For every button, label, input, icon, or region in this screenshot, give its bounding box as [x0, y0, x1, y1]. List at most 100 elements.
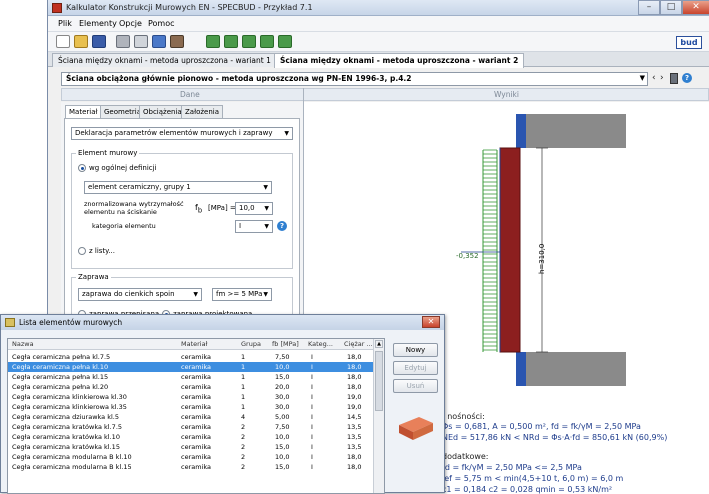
list-item[interactable]: Cegła ceramiczna pełna kl.15 ceramika 1 15,… [8, 372, 374, 382]
edit-button[interactable]: Edytuj [393, 361, 438, 375]
chevron-down-icon: ▼ [264, 205, 269, 212]
mortar-type-select[interactable]: zaprawa do cienkich spoin ▼ [78, 288, 202, 301]
fb-input[interactable]: 10,0 ▼ [235, 202, 273, 215]
menu-plik[interactable]: Plik [58, 19, 72, 28]
element-add-icon[interactable] [206, 35, 220, 48]
list-item[interactable]: Cegła ceramiczna klinkierowa kl.35 cerami… [8, 402, 374, 412]
list-item[interactable]: Cegła ceramiczna dziurawka kl.5 ceramika 4… [8, 412, 374, 422]
print-icon[interactable] [116, 35, 130, 48]
declaration-select[interactable]: Deklaracja parametrów elementów murowych… [71, 127, 293, 140]
height-label: h=310,0 [538, 243, 546, 274]
new-button[interactable]: Nowy [393, 343, 438, 357]
element-group-label: Element murowy [76, 149, 140, 157]
help-icon[interactable]: ? [682, 73, 692, 83]
calculate-icon[interactable] [170, 35, 184, 48]
tab-material[interactable]: Materiał [65, 105, 102, 118]
element-delete-icon[interactable] [242, 35, 256, 48]
list-item[interactable]: Cegła ceramiczna klinkierowa kl.30 cerami… [8, 392, 374, 402]
bottom-dim-label: t=0,18 [506, 359, 514, 384]
list-cell: Cegła ceramiczna pełna kl.7.5 [12, 353, 111, 361]
col-ciezar[interactable]: Ciężar ... [344, 340, 373, 348]
tab-wariant-1[interactable]: Ściana między oknami - metoda uproszczon… [52, 53, 277, 67]
scroll-thumb[interactable] [375, 351, 383, 411]
list-cell: ceramika [181, 413, 211, 421]
list-item[interactable]: Cegła ceramiczna modularna B kl.15 cerami… [8, 462, 374, 472]
list-cell: 1 [241, 373, 246, 381]
radio-general[interactable] [78, 164, 86, 172]
chevron-down-icon: ▼ [639, 74, 645, 82]
title-bar[interactable]: Kalkulator Konstrukcji Murowych EN - SPE… [48, 0, 709, 16]
tab-wariant-2[interactable]: Ściana między oknami - metoda uproszczon… [274, 53, 525, 68]
list-cell: I [311, 383, 313, 391]
col-grupa[interactable]: Grupa [241, 340, 261, 348]
element-copy-icon[interactable] [224, 35, 238, 48]
list-item[interactable]: Cegła ceramiczna pełna kl.10 ceramika 1 10,… [8, 362, 374, 372]
maximize-button[interactable]: □ [660, 0, 682, 15]
list-scrollbar[interactable]: ▲ [373, 339, 384, 493]
close-button[interactable]: ✕ [682, 0, 709, 15]
mortar-type-value: zaprawa do cienkich spoin [82, 290, 175, 298]
list-cell: 19,0 [347, 403, 362, 411]
col-nazwa[interactable]: Nazwa [12, 340, 34, 348]
list-cell: ceramika [181, 373, 211, 381]
list-cell: ceramika [181, 363, 211, 371]
category-select[interactable]: I ▼ [235, 220, 273, 233]
list-cell: Cegła ceramiczna pełna kl.15 [12, 373, 109, 381]
col-material[interactable]: Materiał [181, 340, 207, 348]
list-item[interactable]: Cegła ceramiczna pełna kl.7.5 ceramika 1 7,… [8, 352, 374, 362]
load-value: -0,352 [456, 252, 479, 260]
list-cell: 30,0 [275, 403, 290, 411]
element-type-select[interactable]: element ceramiczny, grupy 1 ▼ [84, 181, 272, 194]
list-cell: 1 [241, 403, 246, 411]
list-cell: I [311, 353, 313, 361]
col-kategoria[interactable]: Kateg... [308, 340, 333, 348]
calculator-icon[interactable] [670, 73, 678, 84]
document-tabs: Ściana między oknami - metoda uproszczon… [48, 52, 709, 68]
menu-elementy[interactable]: Elementy [79, 19, 117, 28]
declaration-value: Deklaracja parametrów elementów murowych… [75, 129, 273, 137]
list-cell: 15,0 [275, 443, 290, 451]
tab-zalozenia[interactable]: Założenia [181, 105, 224, 118]
tab-obciazenia[interactable]: Obciążenia [139, 105, 186, 118]
result-line-3: NEd = 517,86 kN < NRd = Φs·A·fd = 850,61… [442, 433, 668, 442]
list-cell: 18,0 [347, 453, 362, 461]
list-cell: 13,5 [347, 443, 362, 451]
mortar-group-label: Zaprawa [76, 273, 111, 281]
help-icon[interactable]: ? [277, 221, 287, 231]
save-icon[interactable] [92, 35, 106, 48]
menu-opcje[interactable]: Opcje [119, 19, 142, 28]
minimize-button[interactable]: – [638, 0, 660, 15]
menu-pomoc[interactable]: Pomoc [148, 19, 175, 28]
list-cell: 18,0 [347, 383, 362, 391]
dialog-close-button[interactable]: ✕ [422, 316, 440, 328]
prev-arrow-icon[interactable]: ‹ [652, 73, 656, 83]
mortar-strength-select[interactable]: fm >= 5 MPa ▼ [212, 288, 272, 301]
dialog-title-bar[interactable]: Lista elementów murowych ✕ [1, 315, 444, 330]
delete-button[interactable]: Usuń [393, 379, 438, 393]
module-select[interactable]: Ściana obciążona głównie pionowo - metod… [61, 72, 648, 86]
preview-icon[interactable] [134, 35, 148, 48]
list-item[interactable]: Cegła ceramiczna kratówka kl.10 ceramika 2… [8, 432, 374, 442]
document-icon[interactable] [152, 35, 166, 48]
top-dim-label: t=0,18 [506, 121, 514, 146]
list-cell: 18,0 [347, 373, 362, 381]
list-item[interactable]: Cegła ceramiczna kratówka kl.15 ceramika 2… [8, 442, 374, 452]
element-list[interactable]: Nazwa Materiał Grupa fb [MPa] Kateg... C… [7, 338, 385, 494]
element-up-icon[interactable] [260, 35, 274, 48]
open-folder-icon[interactable] [74, 35, 88, 48]
radio-list[interactable] [78, 247, 86, 255]
scroll-up-icon[interactable]: ▲ [375, 340, 383, 348]
brick-preview-icon [399, 417, 433, 440]
chevron-down-icon: ▼ [193, 291, 198, 298]
list-item[interactable]: Cegła ceramiczna modularna B kl.10 cerami… [8, 452, 374, 462]
next-arrow-icon[interactable]: › [660, 73, 664, 83]
list-item[interactable]: Cegła ceramiczna kratówka kl.7.5 ceramika… [8, 422, 374, 432]
list-cell: 1 [241, 353, 246, 361]
list-cell: 18,0 [347, 463, 362, 471]
list-item[interactable]: Cegła ceramiczna pełna kl.20 ceramika 1 20,… [8, 382, 374, 392]
chevron-down-icon: ▼ [263, 184, 268, 191]
col-fb[interactable]: fb [MPa] [272, 340, 299, 348]
list-cell: 1 [241, 393, 246, 401]
new-file-icon[interactable] [56, 35, 70, 48]
element-down-icon[interactable] [278, 35, 292, 48]
